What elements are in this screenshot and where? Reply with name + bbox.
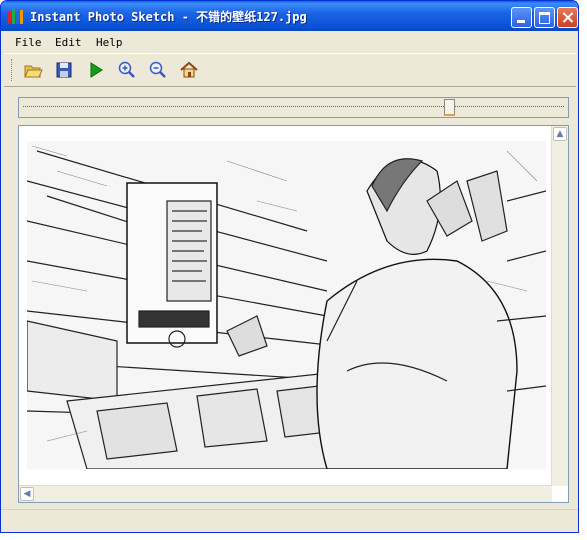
scroll-left-arrow-icon[interactable]: ◀ — [20, 487, 34, 501]
save-disk-icon[interactable] — [54, 60, 74, 80]
maximize-button[interactable] — [534, 7, 555, 28]
status-bar — [1, 509, 578, 532]
menu-edit[interactable]: Edit — [55, 36, 82, 49]
close-button[interactable] — [557, 7, 578, 28]
minimize-button[interactable] — [511, 7, 532, 28]
open-folder-icon[interactable] — [23, 60, 43, 80]
zoom-out-icon[interactable] — [148, 60, 168, 80]
menu-bar: File Edit Help — [4, 33, 576, 51]
window-title: Instant Photo Sketch - 不错的壁纸127.jpg — [30, 10, 307, 24]
app-window: Instant Photo Sketch - 不错的壁纸127.jpg File… — [0, 0, 579, 533]
home-icon[interactable] — [179, 60, 199, 80]
image-viewport: ▲ ◀ — [18, 125, 569, 503]
toolbar — [4, 53, 576, 87]
sketch-image — [27, 141, 546, 469]
menu-file[interactable]: File — [15, 36, 42, 49]
play-icon[interactable] — [86, 60, 106, 80]
vertical-scrollbar[interactable]: ▲ — [551, 126, 568, 486]
zoom-slider[interactable] — [18, 97, 569, 118]
title-bar[interactable]: Instant Photo Sketch - 不错的壁纸127.jpg — [1, 1, 578, 31]
toolbar-grip[interactable] — [11, 59, 15, 81]
horizontal-scrollbar[interactable]: ◀ — [19, 485, 552, 502]
pencils-icon — [8, 9, 25, 24]
menu-help[interactable]: Help — [96, 36, 123, 49]
zoom-in-icon[interactable] — [117, 60, 137, 80]
zoom-slider-thumb[interactable] — [444, 99, 456, 116]
scroll-up-arrow-icon[interactable]: ▲ — [553, 127, 567, 141]
